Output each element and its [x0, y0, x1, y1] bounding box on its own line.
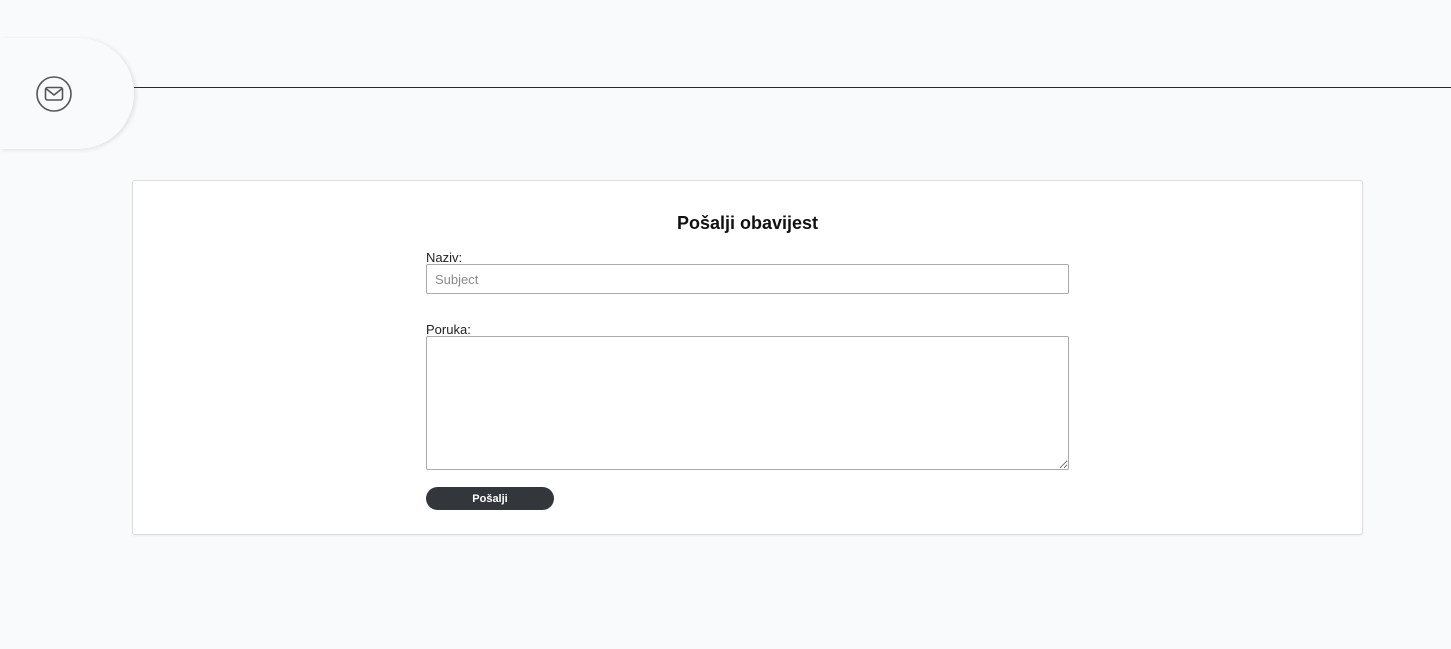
mail-icon[interactable]: [34, 74, 74, 114]
send-button[interactable]: Pošalji: [426, 487, 554, 510]
message-label: Poruka:: [426, 322, 471, 337]
page: Pošalji obavijest Naziv: Poruka: Pošalji: [0, 0, 1451, 649]
subject-input[interactable]: [426, 264, 1069, 294]
subject-label: Naziv:: [426, 250, 463, 265]
notification-form-card: Pošalji obavijest Naziv: Poruka: Pošalji: [132, 180, 1363, 535]
form-title: Pošalji obavijest: [676, 213, 819, 233]
message-textarea[interactable]: [426, 336, 1069, 470]
header-divider: [134, 87, 1451, 88]
